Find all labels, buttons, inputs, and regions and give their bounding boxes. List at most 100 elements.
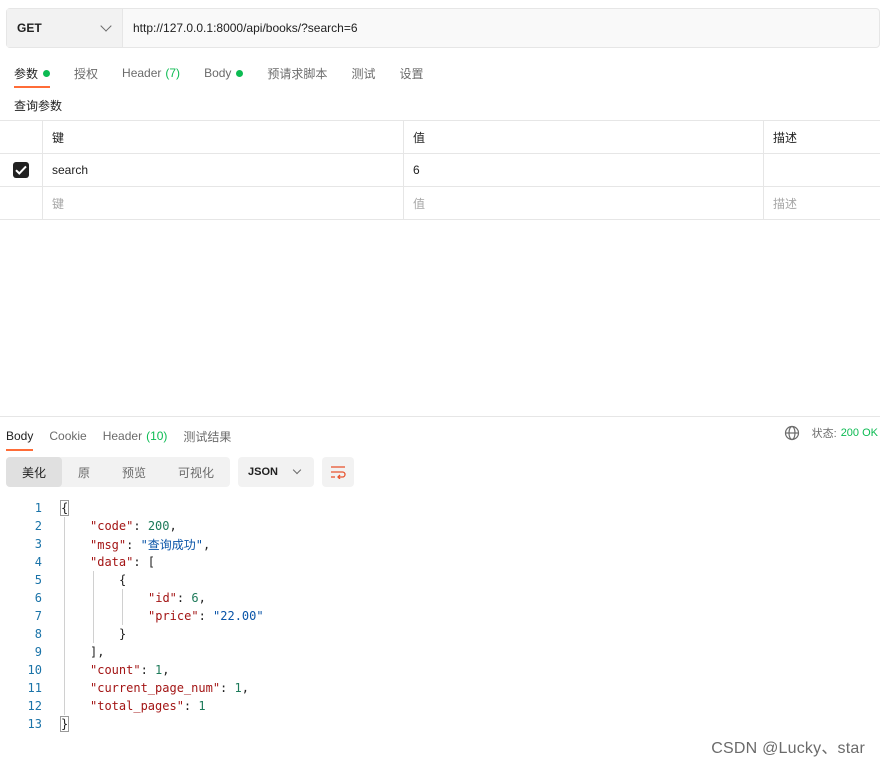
json-number: 1 <box>198 699 206 713</box>
json-string: "查询成功" <box>140 537 204 552</box>
params-table: 键 值 描述 search 6 键 值 描述 <box>0 120 880 220</box>
json-key: "current_page_num" <box>90 681 221 695</box>
line-number: 4 <box>34 555 42 569</box>
code-line: 11 "current_page_num": 1, <box>0 679 880 697</box>
json-key: "total_pages" <box>90 699 184 713</box>
status-label: 状态: <box>811 428 837 440</box>
tab-label: Body <box>6 429 34 443</box>
line-number: 13 <box>27 717 42 731</box>
line-number: 12 <box>27 699 42 713</box>
response-code-view[interactable]: 1 { 2 "code": 200, 3 "msg": "查询成功", 4 "d… <box>0 499 880 733</box>
tab-auth[interactable]: 授权 <box>74 60 98 86</box>
watermark: CSDN @Lucky、star <box>711 740 865 757</box>
format-label: JSON <box>248 466 278 478</box>
response-tabs: Body Cookie Header (10) 测试结果 <box>0 423 247 451</box>
tab-label: 测试结果 <box>183 429 232 444</box>
method-label: GET <box>17 21 42 35</box>
json-key: "data" <box>90 555 134 569</box>
tab-label: 设置 <box>399 66 424 81</box>
checkmark-icon <box>15 165 27 175</box>
line-number: 7 <box>34 609 42 623</box>
json-key: "id" <box>148 591 177 605</box>
line-number: 2 <box>34 519 42 533</box>
code-line: 9 ], <box>0 643 880 661</box>
line-number: 9 <box>34 645 42 659</box>
chevron-down-icon <box>292 465 302 475</box>
tab-label: 测试 <box>351 66 376 81</box>
code-line: 13 } <box>0 715 880 733</box>
tab-label: Body <box>204 66 232 80</box>
line-number: 10 <box>27 663 42 677</box>
tab-label: Cookie <box>49 429 87 443</box>
new-value-input[interactable]: 值 <box>404 187 764 219</box>
request-bar: GET http://127.0.0.1:8000/api/books/?sea… <box>6 8 880 48</box>
view-visualize[interactable]: 可视化 <box>162 457 230 487</box>
tab-headers[interactable]: Header (7) <box>122 60 180 86</box>
tab-response-body[interactable]: Body <box>6 423 34 451</box>
query-params-title: 查询参数 <box>14 99 63 113</box>
param-value-input[interactable]: 6 <box>404 154 764 186</box>
pane-divider[interactable] <box>0 416 880 417</box>
wrap-lines-button[interactable] <box>322 457 354 487</box>
code-line: 5 { <box>0 571 880 589</box>
view-preview[interactable]: 预览 <box>106 457 162 487</box>
json-key: "price" <box>148 609 199 623</box>
globe-icon[interactable] <box>784 425 800 441</box>
code-line: 2 "code": 200, <box>0 517 880 535</box>
tab-cookies[interactable]: Cookie <box>49 423 86 449</box>
tab-response-headers[interactable]: Header (10) <box>103 423 168 449</box>
tab-label: Header <box>102 429 143 443</box>
code-line: 3 "msg": "查询成功", <box>0 535 880 553</box>
header-value: 值 <box>404 121 764 153</box>
code-line: 12 "total_pages": 1 <box>0 697 880 715</box>
code-line: 8 } <box>0 625 880 643</box>
tab-params[interactable]: 参数 <box>14 60 51 88</box>
param-key-input[interactable]: search <box>43 154 404 186</box>
view-raw[interactable]: 原 <box>62 457 106 487</box>
line-number: 11 <box>27 681 42 695</box>
table-row: search 6 <box>0 154 880 187</box>
param-checkbox[interactable] <box>13 162 29 178</box>
header-count: (7) <box>165 66 181 80</box>
tab-test-results[interactable]: 测试结果 <box>183 423 231 449</box>
json-key: "code" <box>90 519 134 533</box>
line-number: 3 <box>34 537 42 551</box>
format-select[interactable]: JSON <box>238 457 314 487</box>
param-description-input[interactable] <box>764 154 880 186</box>
status-code[interactable]: 200 OK <box>841 427 878 439</box>
header-check-cell <box>0 121 43 153</box>
wrap-lines-icon <box>331 466 346 479</box>
status-dot-icon <box>43 69 51 77</box>
new-key-input[interactable]: 键 <box>43 187 404 219</box>
line-number: 5 <box>34 573 42 587</box>
code-line: 1 { <box>0 499 880 517</box>
json-string: "22.00" <box>213 609 264 623</box>
status-dot-icon <box>236 69 244 77</box>
view-pretty[interactable]: 美化 <box>6 457 62 487</box>
header-count: (10) <box>146 429 168 443</box>
url-input[interactable]: http://127.0.0.1:8000/api/books/?search=… <box>123 9 879 47</box>
view-mode-toggle: 美化 原 预览 可视化 <box>6 457 230 487</box>
tab-tests[interactable]: 测试 <box>351 60 375 86</box>
tab-label: Header <box>122 66 162 80</box>
code-line: 6 "id": 6, <box>0 589 880 607</box>
code-line: 4 "data": [ <box>0 553 880 571</box>
json-key: "count" <box>90 663 141 677</box>
tab-settings[interactable]: 设置 <box>399 60 423 86</box>
header-key: 键 <box>43 121 404 153</box>
tab-pre-request-script[interactable]: 预请求脚本 <box>267 60 327 86</box>
response-status: 状态: 200 OK <box>784 425 878 441</box>
table-row-empty: 键 值 描述 <box>0 187 880 220</box>
line-number: 8 <box>34 627 42 641</box>
chevron-down-icon <box>100 20 112 32</box>
json-key: "msg" <box>90 537 127 552</box>
row-check-cell <box>0 154 43 186</box>
tab-body[interactable]: Body <box>204 60 244 86</box>
code-line: 10 "count": 1, <box>0 661 880 679</box>
line-number: 6 <box>34 591 42 605</box>
header-description: 描述 <box>773 130 798 145</box>
method-select[interactable]: GET <box>7 9 123 47</box>
new-description-input[interactable]: 描述 <box>764 187 880 219</box>
table-header-row: 键 值 描述 <box>0 121 880 154</box>
json-number: 200 <box>147 519 170 533</box>
